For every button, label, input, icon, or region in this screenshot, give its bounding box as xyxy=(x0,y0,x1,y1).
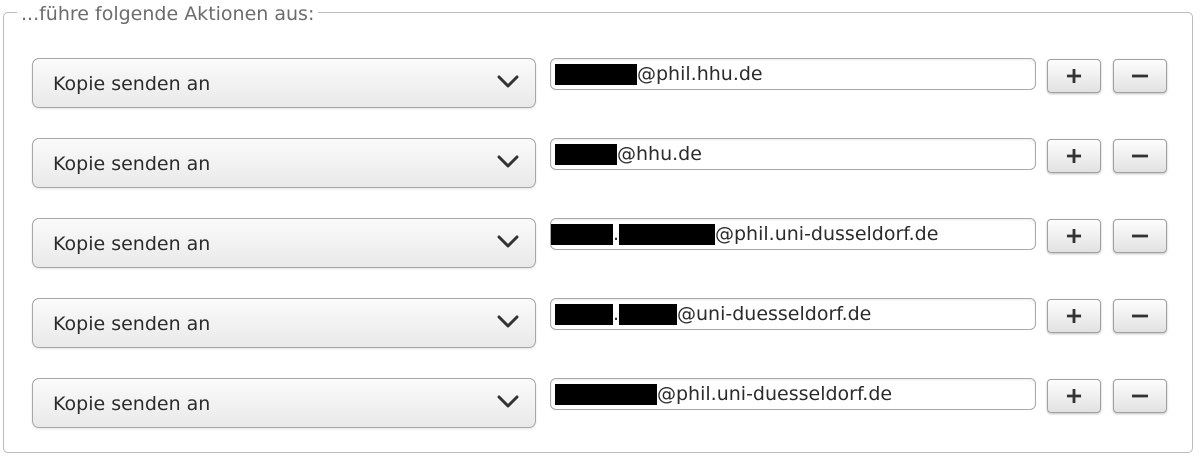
redacted-text xyxy=(619,223,715,245)
plus-icon xyxy=(1066,68,1082,84)
email-suffix: @hhu.de xyxy=(617,143,702,165)
redacted-text xyxy=(555,143,617,165)
action-select[interactable]: Kopie senden an xyxy=(32,218,536,268)
fieldset-legend: ...führe folgende Aktionen aus: xyxy=(17,4,319,24)
remove-action-button[interactable] xyxy=(1113,219,1167,253)
redacted-text xyxy=(555,63,637,85)
email-field[interactable]: @phil.uni-duesseldorf.de xyxy=(550,378,1036,410)
email-field[interactable]: . @uni-duesseldorf.de xyxy=(550,298,1036,330)
action-select[interactable]: Kopie senden an xyxy=(32,138,536,188)
action-row: Kopie senden an . @uni-duesseldorf.de xyxy=(0,298,1200,350)
remove-action-button[interactable] xyxy=(1113,59,1167,93)
email-suffix: @phil.hhu.de xyxy=(637,63,763,85)
redacted-text xyxy=(619,303,677,325)
action-select[interactable]: Kopie senden an xyxy=(32,298,536,348)
add-action-button[interactable] xyxy=(1047,379,1101,413)
action-row: Kopie senden an @phil.hhu.de xyxy=(0,58,1200,110)
email-suffix: @uni-duesseldorf.de xyxy=(677,303,872,325)
chevron-down-icon xyxy=(497,315,519,328)
action-select-value: Kopie senden an xyxy=(53,233,211,255)
add-action-button[interactable] xyxy=(1047,219,1101,253)
plus-icon xyxy=(1066,148,1082,164)
plus-icon xyxy=(1066,388,1082,404)
redacted-text xyxy=(555,383,657,405)
action-select-value: Kopie senden an xyxy=(53,313,211,335)
minus-icon xyxy=(1132,314,1148,318)
add-action-button[interactable] xyxy=(1047,139,1101,173)
chevron-down-icon xyxy=(497,75,519,88)
minus-icon xyxy=(1132,74,1148,78)
email-field[interactable]: @phil.hhu.de xyxy=(550,58,1036,90)
action-row: Kopie senden an . @phil.uni-dusseldorf.d… xyxy=(0,218,1200,270)
minus-icon xyxy=(1132,234,1148,238)
action-row: Kopie senden an @hhu.de xyxy=(0,138,1200,190)
redacted-text xyxy=(551,223,613,245)
email-suffix: @phil.uni-dusseldorf.de xyxy=(715,223,939,245)
action-select-value: Kopie senden an xyxy=(53,73,211,95)
email-suffix: @phil.uni-duesseldorf.de xyxy=(657,383,893,405)
minus-icon xyxy=(1132,394,1148,398)
email-field[interactable]: @hhu.de xyxy=(550,138,1036,170)
action-select-value: Kopie senden an xyxy=(53,393,211,415)
chevron-down-icon xyxy=(497,155,519,168)
minus-icon xyxy=(1132,154,1148,158)
action-select[interactable]: Kopie senden an xyxy=(32,58,536,108)
chevron-down-icon xyxy=(497,235,519,248)
plus-icon xyxy=(1066,308,1082,324)
remove-action-button[interactable] xyxy=(1113,299,1167,333)
action-select-value: Kopie senden an xyxy=(53,153,211,175)
plus-icon xyxy=(1066,228,1082,244)
remove-action-button[interactable] xyxy=(1113,139,1167,173)
redacted-text xyxy=(555,303,613,325)
remove-action-button[interactable] xyxy=(1113,379,1167,413)
email-field[interactable]: . @phil.uni-dusseldorf.de xyxy=(550,218,1036,250)
chevron-down-icon xyxy=(497,395,519,408)
action-select[interactable]: Kopie senden an xyxy=(32,378,536,428)
add-action-button[interactable] xyxy=(1047,59,1101,93)
action-row: Kopie senden an @phil.uni-duesseldorf.de xyxy=(0,378,1200,430)
add-action-button[interactable] xyxy=(1047,299,1101,333)
